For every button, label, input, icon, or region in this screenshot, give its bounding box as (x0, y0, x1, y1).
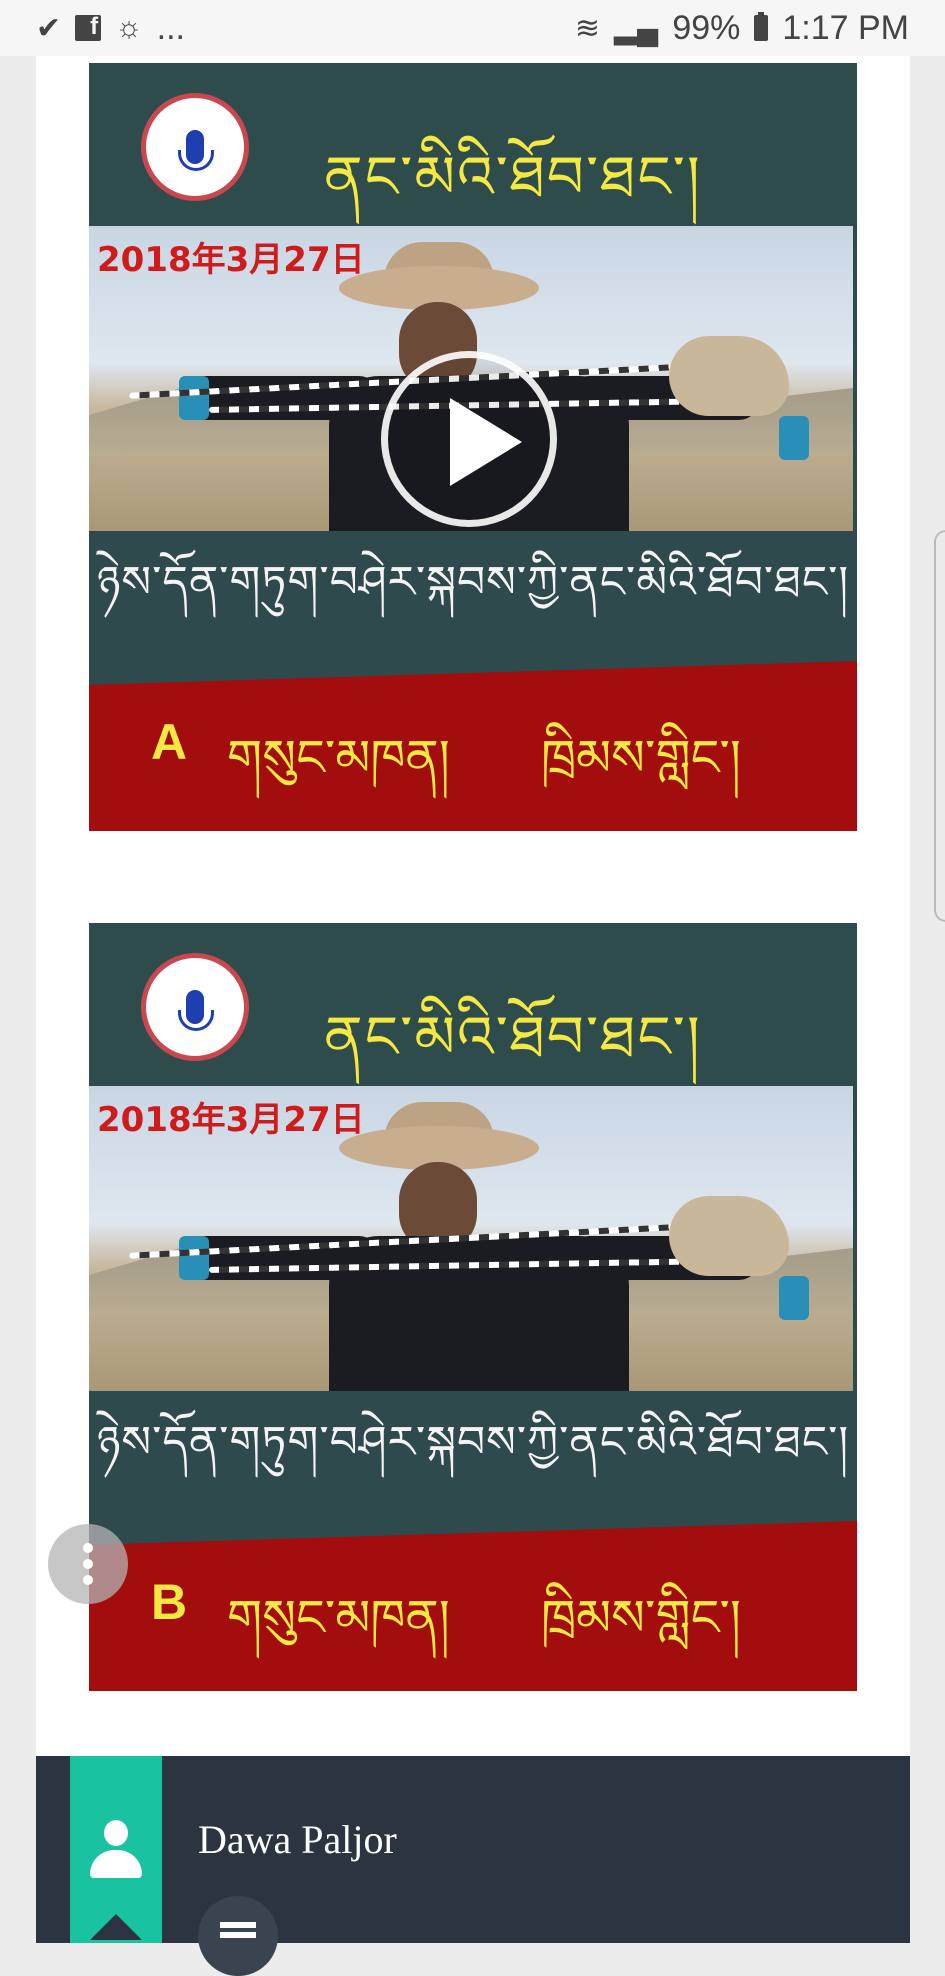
dot-icon (83, 1543, 93, 1553)
author-badge (70, 1756, 162, 1943)
user-body (90, 1850, 142, 1878)
video-date: 2018年3月27日 (97, 240, 365, 280)
author-name[interactable]: Dawa Paljor (198, 1816, 397, 1863)
user-icon (90, 1820, 142, 1880)
radio-logo (141, 953, 249, 1061)
person (329, 1102, 629, 1391)
weather-icon: ☼ (115, 11, 143, 44)
play-button[interactable] (381, 351, 557, 527)
floating-menu-button[interactable] (48, 1524, 128, 1604)
status-left: ✔ f ☼ ... (36, 9, 185, 48)
battery-percent: 99% (672, 8, 741, 47)
dot-icon (83, 1575, 93, 1585)
video-thumbnail: 2018年3月27日 (89, 1086, 853, 1391)
video-date: 2018年3月27日 (97, 1100, 365, 1140)
left-cuff (179, 376, 209, 420)
speaker-label: གསུང་མཁན། (227, 729, 450, 787)
author-footer: Dawa Paljor (36, 1756, 910, 1976)
stone (669, 336, 789, 416)
video-banner: ཉེས་དོན་གཏུག་བཤེར་སྐབས་ཀྱི་ནང་མིའི་ཐོབ་ཐ… (96, 557, 850, 608)
red-band (89, 1521, 857, 1691)
video-player-1[interactable]: ནང་མིའི་ཐོབ་ཐང་། 2018年3月27日 ཉེས་དོན་གཏུག… (89, 63, 857, 831)
post-card: ནང་མིའི་ཐོབ་ཐང་། 2018年3月27日 ཉེས་དོན་གཏུག… (36, 56, 910, 1756)
radio-logo (141, 93, 249, 201)
stone (669, 1196, 789, 1276)
clock: 1:17 PM (782, 8, 909, 47)
speaker-name: ཁྲིམས་གླིང་། (541, 729, 741, 787)
right-cuff (779, 1276, 809, 1320)
user-head (104, 1820, 128, 1846)
facebook-icon: f (75, 13, 102, 41)
torso (329, 1236, 629, 1391)
microphone-icon (178, 990, 214, 1031)
red-band (89, 661, 857, 831)
status-bar: ✔ f ☼ ... ≋ ▂▄ 99% 1:17 PM (0, 0, 945, 56)
speaker-label: གསུང་མཁན། (227, 1589, 450, 1647)
wifi-icon: ≋ (574, 11, 600, 45)
menu-icon[interactable] (198, 1896, 278, 1976)
video-player-2[interactable]: ནང་མིའི་ཐོབ་ཐང་། 2018年3月27日 ཉེས་དོན་གཏུག… (89, 923, 857, 1691)
signal-icon: ▂▄ (613, 11, 659, 45)
status-right: ≋ ▂▄ 99% 1:17 PM (575, 9, 909, 48)
email-check-icon: ✔ (36, 11, 62, 45)
left-cuff (179, 1236, 209, 1280)
chevron-up-icon (90, 1914, 142, 1940)
video-banner: ཉེས་དོན་གཏུག་བཤེར་སྐབས་ཀྱི་ནང་མིའི་ཐོབ་ཐ… (96, 1417, 850, 1468)
right-cuff (779, 416, 809, 460)
part-letter: B (151, 1574, 188, 1630)
battery-icon (754, 12, 769, 41)
edge-panel-handle[interactable] (934, 530, 945, 922)
speaker-name: ཁྲིམས་གླིང་། (541, 1589, 741, 1647)
dot-icon (83, 1559, 93, 1569)
part-letter: A (151, 714, 188, 770)
microphone-icon (178, 130, 214, 171)
more-notifications: ... (156, 8, 185, 47)
